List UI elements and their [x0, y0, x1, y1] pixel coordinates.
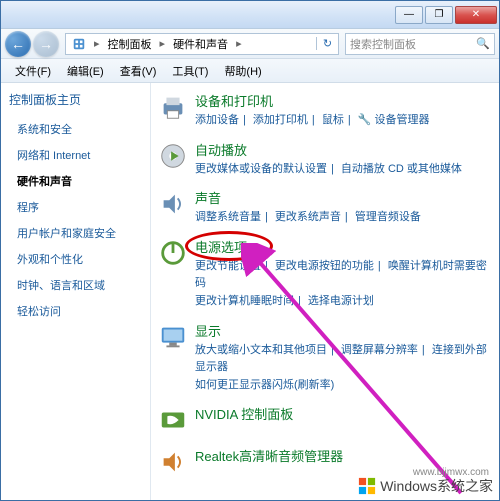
menu-view[interactable]: 查看(V)	[112, 61, 165, 81]
chevron-right-icon: ▸	[92, 37, 102, 50]
link-energy-saving[interactable]: 更改节能设置	[195, 260, 261, 272]
category-title[interactable]: NVIDIA 控制面板	[195, 404, 493, 423]
link-change-defaults[interactable]: 更改媒体或设备的默认设置	[195, 163, 327, 175]
forward-button[interactable]: →	[33, 31, 59, 57]
link-text-size[interactable]: 放大或缩小文本和其他项目	[195, 344, 327, 356]
autoplay-icon	[157, 140, 189, 172]
chevron-right-icon: ▸	[234, 37, 244, 50]
sound-icon	[157, 188, 189, 220]
category-title[interactable]: 电源选项	[195, 237, 493, 256]
sidebar-item-network-internet[interactable]: 网络和 Internet	[9, 142, 146, 168]
display-icon	[157, 321, 189, 353]
category-power-options: 电源选项 更改节能设置| 更改电源按钮的功能| 唤醒计算机时需要密码 更改计算机…	[157, 237, 493, 311]
search-placeholder: 搜索控制面板	[350, 36, 416, 52]
refresh-button[interactable]: ↻	[316, 37, 338, 50]
link-add-printer[interactable]: 添加打印机	[253, 114, 308, 126]
menu-tools[interactable]: 工具(T)	[164, 61, 216, 81]
menu-edit[interactable]: 编辑(E)	[59, 61, 112, 81]
sidebar-item-hardware-sound[interactable]: 硬件和声音	[9, 168, 146, 194]
windows-logo-icon	[358, 477, 376, 495]
maximize-button[interactable]: ❐	[425, 6, 453, 24]
body-area: 控制面板主页 系统和安全 网络和 Internet 硬件和声音 程序 用户帐户和…	[1, 83, 499, 500]
category-title[interactable]: 自动播放	[195, 140, 493, 159]
link-audio-devices[interactable]: 管理音频设备	[355, 211, 421, 223]
category-sound: 声音 调整系统音量| 更改系统声音| 管理音频设备	[157, 188, 493, 227]
category-devices-printers: 设备和打印机 添加设备| 添加打印机| 鼠标| 🔧 设备管理器	[157, 91, 493, 130]
link-mouse[interactable]: 鼠标	[322, 114, 344, 126]
back-button[interactable]: ←	[5, 31, 31, 57]
category-display: 显示 放大或缩小文本和其他项目| 调整屏幕分辨率| 连接到外部显示器 如何更正显…	[157, 321, 493, 395]
nvidia-icon	[157, 404, 189, 436]
navigation-bar: ← → ▸ 控制面板 ▸ 硬件和声音 ▸ ↻ 搜索控制面板 🔍	[1, 29, 499, 59]
close-button[interactable]: ✕	[455, 6, 497, 24]
titlebar: — ❐ ✕	[1, 1, 499, 29]
breadcrumb-icon[interactable]	[66, 34, 92, 54]
power-icon	[157, 237, 189, 269]
control-panel-window: — ❐ ✕ ← → ▸ 控制面板 ▸ 硬件和声音 ▸ ↻ 搜索控制面板 🔍 文件…	[0, 0, 500, 501]
sidebar: 控制面板主页 系统和安全 网络和 Internet 硬件和声音 程序 用户帐户和…	[1, 83, 151, 500]
search-input[interactable]: 搜索控制面板 🔍	[345, 33, 495, 55]
link-autoplay-cd[interactable]: 自动播放 CD 或其他媒体	[341, 163, 462, 175]
breadcrumb[interactable]: ▸ 控制面板 ▸ 硬件和声音 ▸ ↻	[65, 33, 339, 55]
link-sleep-time[interactable]: 更改计算机睡眠时间	[195, 295, 294, 307]
sidebar-home[interactable]: 控制面板主页	[9, 91, 146, 108]
menu-help[interactable]: 帮助(H)	[216, 61, 269, 81]
sidebar-item-user-accounts[interactable]: 用户帐户和家庭安全	[9, 220, 146, 246]
content-area: 设备和打印机 添加设备| 添加打印机| 鼠标| 🔧 设备管理器 自动播放	[151, 83, 499, 500]
category-nvidia: NVIDIA 控制面板	[157, 404, 493, 436]
category-title[interactable]: 设备和打印机	[195, 91, 493, 110]
category-title[interactable]: 显示	[195, 321, 493, 340]
category-title[interactable]: Realtek高清晰音频管理器	[195, 446, 493, 465]
link-power-button[interactable]: 更改电源按钮的功能	[275, 260, 374, 272]
link-resolution[interactable]: 调整屏幕分辨率	[341, 344, 418, 356]
minimize-button[interactable]: —	[395, 6, 423, 24]
category-autoplay: 自动播放 更改媒体或设备的默认设置| 自动播放 CD 或其他媒体	[157, 140, 493, 179]
sidebar-item-programs[interactable]: 程序	[9, 194, 146, 220]
category-title[interactable]: 声音	[195, 188, 493, 207]
menu-bar: 文件(F) 编辑(E) 查看(V) 工具(T) 帮助(H)	[1, 59, 499, 83]
printer-icon	[157, 91, 189, 123]
link-adjust-volume[interactable]: 调整系统音量	[195, 211, 261, 223]
breadcrumb-hardware-sound[interactable]: 硬件和声音	[167, 34, 234, 54]
link-device-manager[interactable]: 🔧 设备管理器	[358, 114, 430, 126]
search-icon[interactable]: 🔍	[476, 37, 490, 50]
sidebar-item-clock-language[interactable]: 时钟、语言和区域	[9, 272, 146, 298]
realtek-icon	[157, 446, 189, 478]
sidebar-item-appearance[interactable]: 外观和个性化	[9, 246, 146, 272]
breadcrumb-control-panel[interactable]: 控制面板	[102, 34, 158, 54]
link-add-device[interactable]: 添加设备	[195, 114, 239, 126]
menu-file[interactable]: 文件(F)	[7, 61, 59, 81]
link-refresh-rate[interactable]: 如何更正显示器闪烁(刷新率)	[195, 379, 334, 391]
chevron-right-icon: ▸	[158, 37, 168, 50]
watermark: Windows系统之家	[358, 476, 493, 496]
link-power-plan[interactable]: 选择电源计划	[308, 295, 374, 307]
watermark-text: Windows系统之家	[380, 476, 493, 496]
sidebar-item-ease-of-access[interactable]: 轻松访问	[9, 298, 146, 324]
link-system-sounds[interactable]: 更改系统声音	[275, 211, 341, 223]
sidebar-item-system-security[interactable]: 系统和安全	[9, 116, 146, 142]
